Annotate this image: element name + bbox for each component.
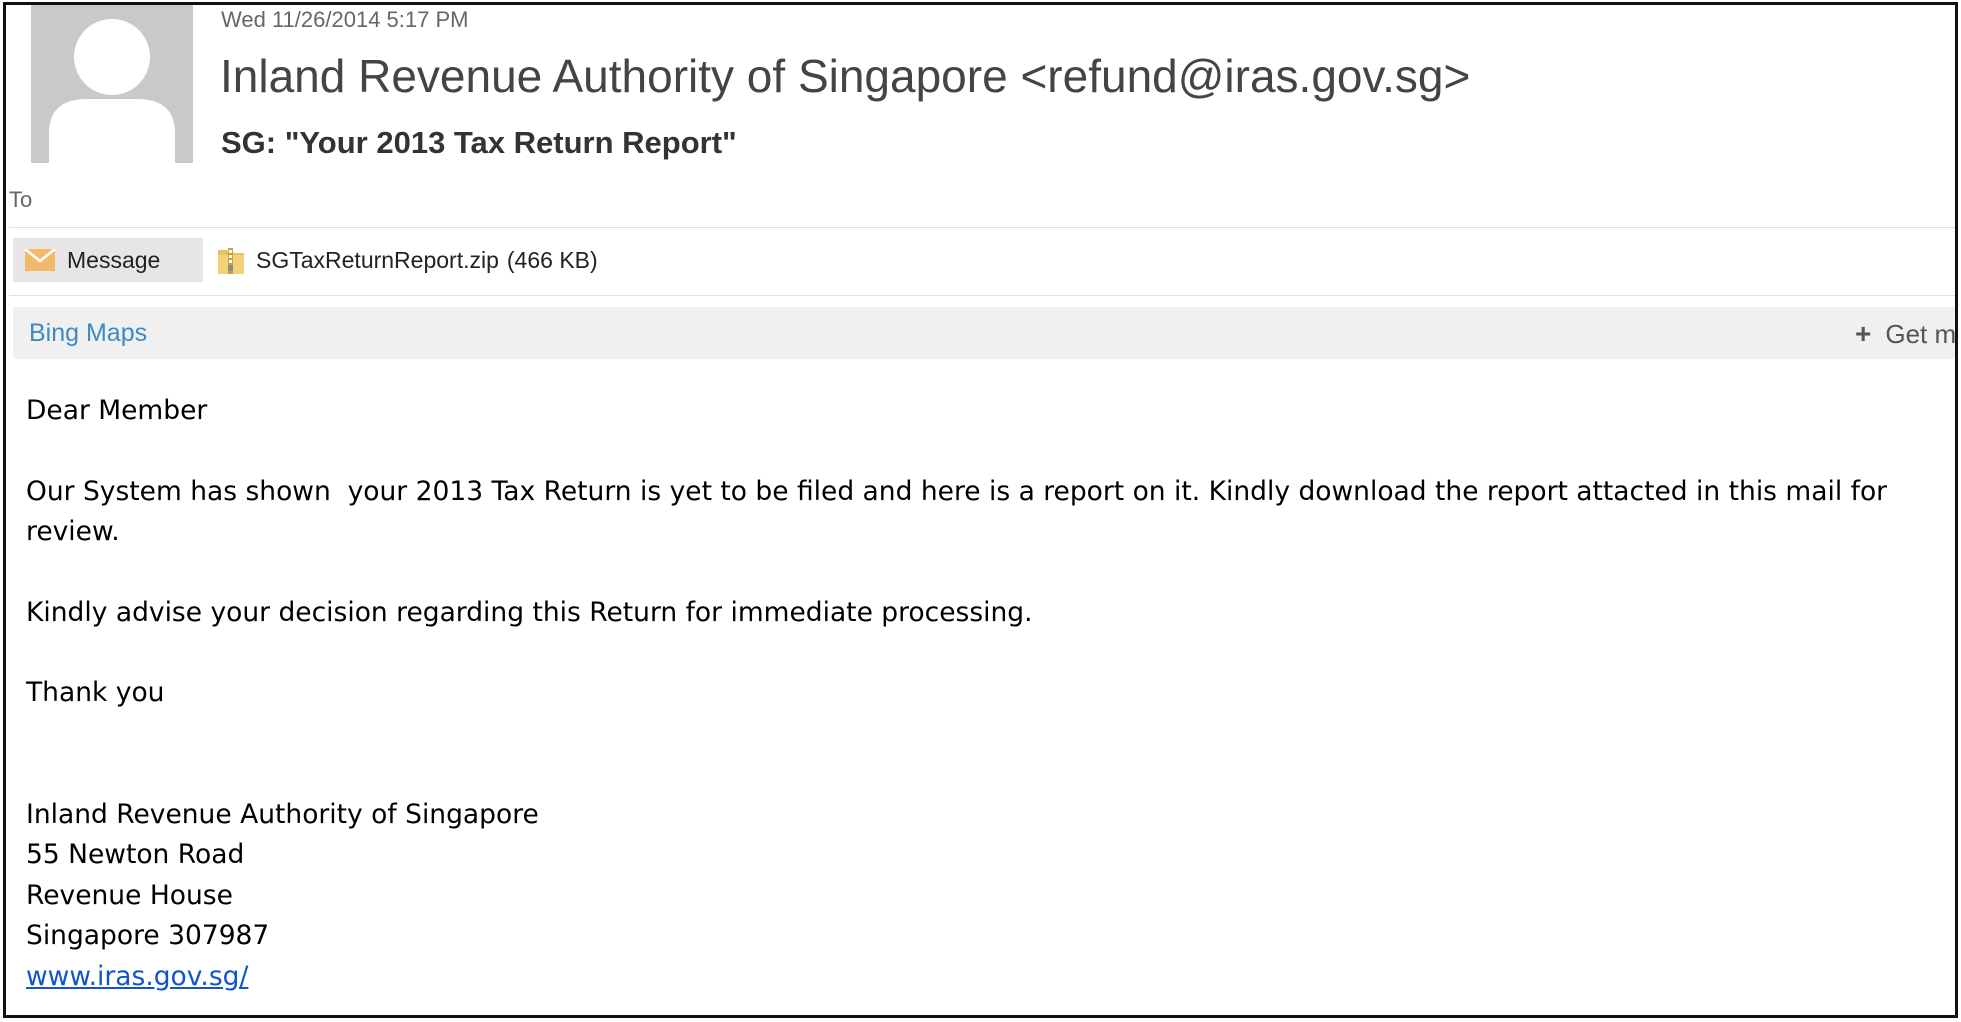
zip-folder-icon <box>216 244 246 276</box>
addin-bar: Bing Maps + Get m <box>13 307 1955 359</box>
email-subject: SG: "Your 2013 Tax Return Report" <box>221 125 737 160</box>
sender-name[interactable]: Inland Revenue Authority of Singapore <r… <box>220 49 1470 103</box>
email-reading-pane: Wed 11/26/2014 5:17 PM Inland Revenue Au… <box>3 2 1958 1018</box>
sender-avatar <box>31 5 193 163</box>
website-link[interactable]: www.iras.gov.sg/ <box>26 961 248 992</box>
message-tab[interactable]: Message <box>13 238 203 282</box>
to-label: To <box>9 187 33 212</box>
body-paragraph-2: Kindly advise your decision regarding th… <box>26 596 1033 628</box>
envelope-icon <box>25 249 55 271</box>
message-tab-label: Message <box>67 246 161 273</box>
closing: Thank you <box>26 677 165 708</box>
greeting: Dear Member <box>26 395 208 426</box>
attachment-name: SGTaxReturnReport.zip <box>256 246 499 273</box>
attachment-size: (466 KB) <box>506 246 598 273</box>
signature-line-1: Inland Revenue Authority of Singapore <box>26 798 539 830</box>
get-more-addins-button[interactable]: + Get m <box>1855 318 1957 350</box>
default-user-avatar-icon <box>31 5 193 163</box>
attachment-item[interactable]: SGTaxReturnReport.zip (466 KB) <box>216 238 598 282</box>
body-paragraph-1: Our System has shown your 2013 Tax Retur… <box>26 475 1896 548</box>
header-divider <box>9 227 1955 228</box>
attachments-divider <box>9 295 1955 296</box>
signature-line-3: Revenue House <box>26 879 233 911</box>
sent-date: Wed 11/26/2014 5:17 PM <box>221 7 469 32</box>
email-body: Dear Member Our System has shown your 20… <box>26 391 1946 997</box>
plus-icon: + <box>1855 318 1872 349</box>
signature-line-4: Singapore 307987 <box>26 920 270 951</box>
get-more-label: Get m <box>1885 319 1957 349</box>
signature-line-2: 55 Newton Road <box>26 839 245 870</box>
bing-maps-addin[interactable]: Bing Maps <box>29 319 147 348</box>
